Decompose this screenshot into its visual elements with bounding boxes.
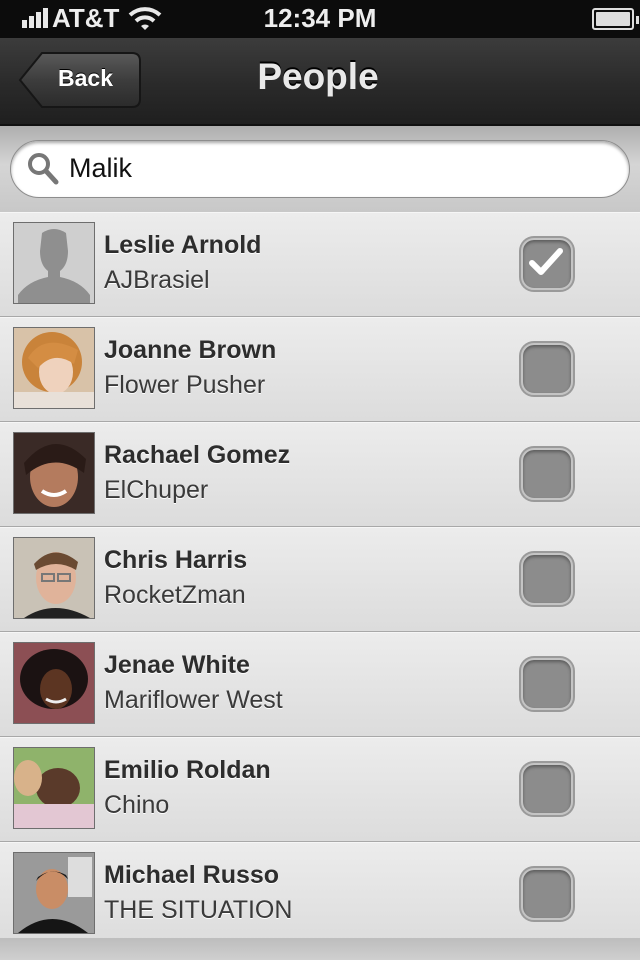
select-checkbox[interactable] [521,553,573,605]
select-checkbox[interactable] [521,658,573,710]
person-name: Jenae White [104,651,250,679]
select-checkbox-checked[interactable] [521,238,573,290]
status-bar: AT&T 12:34 PM [0,0,640,38]
list-item[interactable]: Leslie Arnold AJBrasiel [0,212,640,317]
default-person-icon [14,223,94,303]
person-handle: AJBrasiel [104,266,210,294]
avatar [13,432,95,514]
person-handle: Mariflower West [104,686,283,714]
search-icon [28,153,59,185]
list-bottom-edge [0,938,640,960]
select-checkbox[interactable] [521,868,573,920]
list-item[interactable]: Michael Russo THE SITUATION [0,842,640,947]
select-checkbox[interactable] [521,343,573,395]
list-item[interactable]: Rachael Gomez ElChuper [0,422,640,527]
person-name: Michael Russo [104,861,280,889]
people-list: Leslie Arnold AJBrasiel Joanne Brown Flo… [0,212,640,947]
person-handle: RocketZman [104,581,246,609]
avatar [13,642,95,724]
person-handle: ElChuper [104,476,209,504]
list-item[interactable]: Emilio Roldan Chino [0,737,640,842]
list-item[interactable]: Chris Harris RocketZman [0,527,640,632]
person-name: Rachael Gomez [104,441,291,469]
avatar [13,852,95,934]
select-checkbox[interactable] [521,448,573,500]
search-bar [0,126,640,213]
avatar [13,327,95,409]
person-handle: Chino [104,791,170,819]
checkmark-icon [529,248,563,275]
select-checkbox[interactable] [521,763,573,815]
navigation-bar: Back People [0,38,640,126]
search-input[interactable] [69,151,609,185]
person-name: Joanne Brown [104,336,277,364]
person-name: Chris Harris [104,546,248,574]
battery-icon [592,8,639,30]
list-item[interactable]: Joanne Brown Flower Pusher [0,317,640,422]
avatar [13,537,95,619]
page-title: People [257,56,379,97]
status-clock: 12:34 PM [263,3,377,33]
avatar [13,747,95,829]
person-handle: THE SITUATION [104,896,293,924]
person-name: Leslie Arnold [104,231,262,259]
avatar-placeholder [13,222,95,304]
person-handle: Flower Pusher [104,371,266,399]
search-field[interactable] [10,140,630,198]
list-item[interactable]: Jenae White Mariflower West [0,632,640,737]
person-name: Emilio Roldan [104,756,271,784]
